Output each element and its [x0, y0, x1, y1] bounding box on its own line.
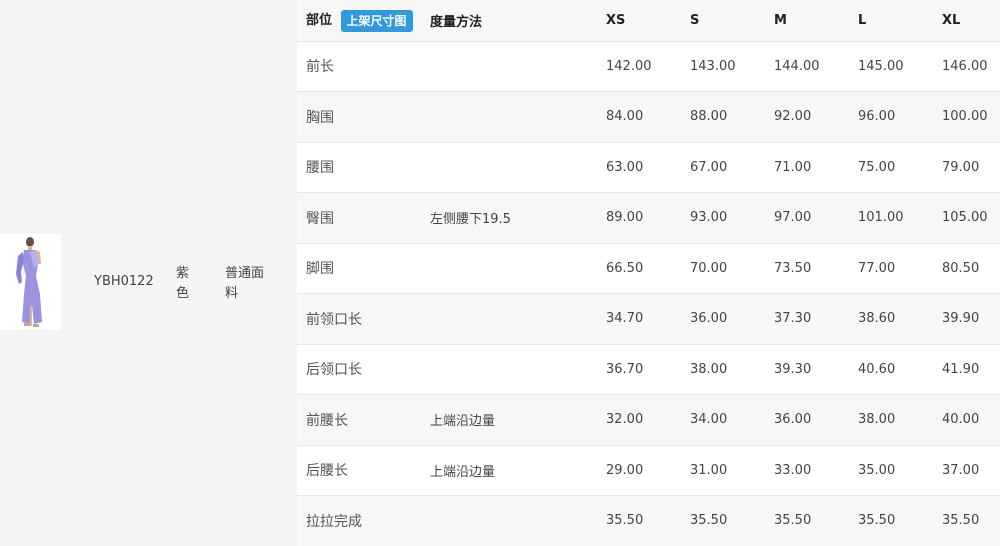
row-value-l: 35.00	[858, 445, 942, 496]
row-value-xl: 35.50	[942, 495, 1000, 546]
row-value-m: 35.50	[774, 495, 858, 546]
row-value-s: 70.00	[690, 243, 774, 294]
row-value-xl: 37.00	[942, 445, 1000, 496]
row-value-l: 35.50	[858, 495, 942, 546]
listing-size-chart-button[interactable]: 上架尺寸图	[340, 9, 413, 32]
header-part-label: 部位	[306, 13, 333, 28]
row-value-l: 101.00	[858, 192, 942, 244]
row-part: 前腰长	[297, 394, 430, 446]
row-value-xs: 63.00	[606, 142, 690, 193]
row-value-s: 67.00	[690, 142, 774, 193]
row-part: 胸围	[297, 91, 430, 143]
table-row: 后领口长 36.70 38.00 39.30 40.60 41.90	[297, 344, 1000, 395]
row-value-l: 77.00	[858, 243, 942, 294]
row-value-m: 92.00	[774, 91, 858, 143]
row-value-xl: 100.00	[942, 91, 1000, 143]
row-part: 脚围	[297, 243, 430, 294]
product-fabric: 普通面料	[225, 266, 265, 301]
row-value-s: 38.00	[690, 344, 774, 395]
row-value-s: 35.50	[690, 495, 774, 546]
row-value-l: 75.00	[858, 142, 942, 193]
row-value-m: 36.00	[774, 394, 858, 446]
row-value-xs: 89.00	[606, 192, 690, 244]
row-method: 上端沿边量	[430, 445, 606, 496]
row-value-xs: 84.00	[606, 91, 690, 143]
row-value-l: 145.00	[858, 41, 942, 92]
table-row: 前腰长 上端沿边量 32.00 34.00 36.00 38.00 40.00	[297, 394, 1000, 446]
row-value-xs: 34.70	[606, 293, 690, 345]
row-method	[430, 344, 606, 395]
row-value-s: 34.00	[690, 394, 774, 446]
row-value-xs: 66.50	[606, 243, 690, 294]
row-method	[430, 243, 606, 294]
product-sku: YBH0122	[94, 274, 154, 289]
row-value-l: 96.00	[858, 91, 942, 143]
header-size-l: L	[858, 0, 942, 42]
table-row: 胸围 84.00 88.00 92.00 96.00 100.00	[297, 91, 1000, 143]
table-row: 后腰长 上端沿边量 29.00 31.00 33.00 35.00 37.00	[297, 445, 1000, 496]
row-method	[430, 91, 606, 143]
product-info: YBH0122 紫色 普通面料	[0, 0, 288, 546]
row-part: 拉拉完成	[297, 495, 430, 546]
row-method	[430, 495, 606, 546]
row-value-xl: 41.90	[942, 344, 1000, 395]
table-row: 臀围 左侧腰下19.5 89.00 93.00 97.00 101.00 105.00	[297, 192, 1000, 244]
row-value-xl: 79.00	[942, 142, 1000, 193]
table-row: 脚围 66.50 70.00 73.50 77.00 80.50	[297, 243, 1000, 294]
size-chart-panel: YBH0122 紫色 普通面料 部位 上架尺寸图 度量方法 XS S M L X…	[0, 0, 1000, 546]
row-value-s: 93.00	[690, 192, 774, 244]
header-size-m: M	[774, 0, 858, 42]
header-size-xl: XL	[942, 0, 1000, 42]
header-size-xs: XS	[606, 0, 690, 42]
size-table: 部位 上架尺寸图 度量方法 XS S M L XL 前长 142.00 143.00…	[297, 0, 1000, 546]
row-value-xs: 36.70	[606, 344, 690, 395]
row-part: 臀围	[297, 192, 430, 244]
row-value-m: 73.50	[774, 243, 858, 294]
product-thumbnail[interactable]	[0, 234, 61, 330]
row-value-xl: 39.90	[942, 293, 1000, 345]
row-value-s: 88.00	[690, 91, 774, 143]
product-color: 紫色	[176, 266, 190, 301]
row-method	[430, 293, 606, 345]
row-method	[430, 142, 606, 193]
row-part: 腰围	[297, 142, 430, 193]
header-method: 度量方法	[430, 0, 606, 42]
row-value-xs: 142.00	[606, 41, 690, 92]
row-value-xs: 32.00	[606, 394, 690, 446]
row-part: 前领口长	[297, 293, 430, 345]
dress-photo-icon	[0, 234, 61, 330]
header-part: 部位 上架尺寸图	[297, 0, 430, 42]
row-value-l: 40.60	[858, 344, 942, 395]
table-header-row: 部位 上架尺寸图 度量方法 XS S M L XL	[297, 0, 1000, 42]
row-value-s: 36.00	[690, 293, 774, 345]
row-value-xl: 40.00	[942, 394, 1000, 446]
row-value-xl: 80.50	[942, 243, 1000, 294]
row-value-xl: 146.00	[942, 41, 1000, 92]
row-value-s: 143.00	[690, 41, 774, 92]
row-value-m: 39.30	[774, 344, 858, 395]
row-value-m: 97.00	[774, 192, 858, 244]
row-value-m: 33.00	[774, 445, 858, 496]
row-value-m: 144.00	[774, 41, 858, 92]
row-part: 前长	[297, 41, 430, 92]
table-row: 前长 142.00 143.00 144.00 145.00 146.00	[297, 41, 1000, 92]
row-part: 后领口长	[297, 344, 430, 395]
row-value-xs: 35.50	[606, 495, 690, 546]
table-row: 拉拉完成 35.50 35.50 35.50 35.50 35.50	[297, 495, 1000, 546]
row-method: 左侧腰下19.5	[430, 192, 606, 244]
row-value-xl: 105.00	[942, 192, 1000, 244]
row-value-s: 31.00	[690, 445, 774, 496]
row-value-xs: 29.00	[606, 445, 690, 496]
row-value-m: 71.00	[774, 142, 858, 193]
table-row: 前领口长 34.70 36.00 37.30 38.60 39.90	[297, 293, 1000, 345]
row-value-l: 38.60	[858, 293, 942, 345]
row-part: 后腰长	[297, 445, 430, 496]
row-value-l: 38.00	[858, 394, 942, 446]
row-method	[430, 41, 606, 92]
table-row: 腰围 63.00 67.00 71.00 75.00 79.00	[297, 142, 1000, 193]
row-value-m: 37.30	[774, 293, 858, 345]
header-size-s: S	[690, 0, 774, 42]
row-method: 上端沿边量	[430, 394, 606, 446]
